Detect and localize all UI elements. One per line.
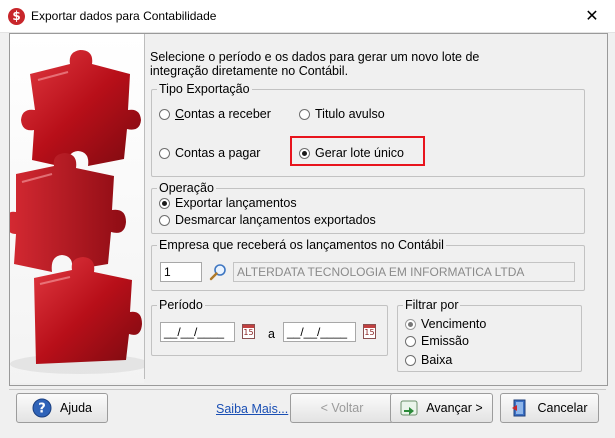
intro-line-2: integração diretamente no Contábil.: [150, 64, 349, 78]
radio-circle[interactable]: [299, 108, 310, 120]
radio-desmarcar-lancamentos[interactable]: Desmarcar lançamentos exportados: [159, 213, 376, 227]
operacao-group: Operação: [151, 181, 585, 234]
radio-baixa[interactable]: Baixa: [405, 353, 452, 367]
radio-emissao[interactable]: Emissão: [405, 334, 469, 348]
radio-circle[interactable]: [159, 214, 170, 226]
puzzle-artwork: [10, 34, 144, 383]
radio-label: Contas a receber: [175, 107, 271, 121]
selection-highlight-box: [290, 136, 425, 166]
radio-circle[interactable]: [159, 147, 170, 159]
next-arrow-icon: [400, 399, 418, 417]
radio-circle-selected[interactable]: [405, 318, 416, 330]
exit-door-icon: [511, 399, 529, 417]
radio-label: Contas a pagar: [175, 146, 261, 160]
magnifier-icon[interactable]: [208, 263, 228, 281]
saiba-mais-link[interactable]: Saiba Mais...: [216, 402, 288, 416]
close-icon[interactable]: ✕: [582, 7, 602, 25]
radio-contas-a-pagar[interactable]: Contas a pagar: [159, 146, 260, 160]
footer-separator: [9, 389, 606, 390]
help-label: Ajuda: [60, 401, 92, 415]
window-title: Exportar dados para Contabilidade: [31, 9, 217, 23]
periodo-separator: a: [268, 327, 275, 341]
radio-circle[interactable]: [405, 354, 416, 366]
radio-circle[interactable]: [159, 108, 170, 120]
periodo-start-date-input[interactable]: __/__/____: [160, 322, 235, 342]
periodo-legend: Período: [157, 298, 205, 312]
next-button[interactable]: Avançar >: [390, 393, 493, 423]
radio-label: Baixa: [421, 353, 453, 367]
help-icon: ?: [32, 398, 52, 418]
radio-titulo-avulso[interactable]: Titulo avulso: [299, 107, 385, 121]
filtrar-por-legend: Filtrar por: [403, 298, 461, 312]
radio-label: Exportar lançamentos: [175, 196, 297, 210]
cancel-button[interactable]: Cancelar: [500, 393, 599, 423]
intro-line-1: Selecione o período e os dados para gera…: [150, 50, 480, 64]
empresa-legend: Empresa que receberá os lançamentos no C…: [157, 238, 446, 252]
calendar-icon[interactable]: 15: [363, 324, 376, 339]
radio-label: Vencimento: [421, 317, 487, 331]
intro-text: Selecione o período e os dados para gera…: [150, 50, 560, 78]
radio-circle-selected[interactable]: [159, 197, 170, 209]
radio-vencimento[interactable]: Vencimento: [405, 317, 486, 331]
dollar-icon: $: [8, 8, 25, 25]
next-label: Avançar >: [426, 401, 483, 415]
empresa-code-input[interactable]: 1: [160, 262, 202, 282]
radio-circle[interactable]: [405, 335, 416, 347]
radio-label: Titulo avulso: [315, 107, 385, 121]
radio-label: Emissão: [421, 334, 469, 348]
radio-label: Desmarcar lançamentos exportados: [175, 213, 376, 227]
help-button[interactable]: ? Ajuda: [16, 393, 108, 423]
calendar-icon[interactable]: 15: [242, 324, 255, 339]
operacao-legend: Operação: [157, 181, 216, 195]
radio-contas-a-receber[interactable]: Contas a receber: [159, 107, 271, 121]
cancel-label: Cancelar: [537, 401, 588, 415]
tipo-exportacao-legend: Tipo Exportação: [157, 82, 252, 96]
radio-exportar-lancamentos[interactable]: Exportar lançamentos: [159, 196, 297, 210]
title-bar: $ Exportar dados para Contabilidade ✕: [0, 0, 615, 33]
svg-text:?: ?: [38, 402, 46, 417]
periodo-end-date-input[interactable]: __/__/____: [283, 322, 356, 342]
back-button[interactable]: < Voltar: [290, 393, 394, 423]
puzzle-image: [10, 50, 144, 374]
empresa-name-field: ALTERDATA TECNOLOGIA EM INFORMATICA LTDA: [233, 262, 575, 282]
